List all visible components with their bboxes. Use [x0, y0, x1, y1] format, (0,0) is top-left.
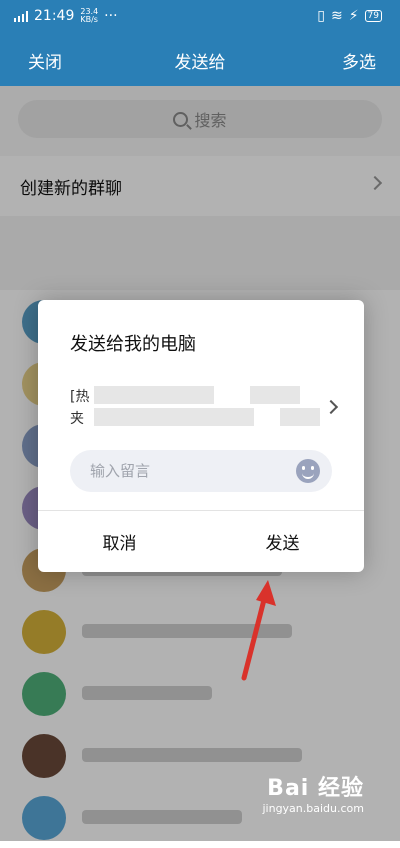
- annotation-arrow-icon: [241, 580, 276, 681]
- message-preview[interactable]: [热 夹: [70, 382, 340, 430]
- message-input[interactable]: [70, 450, 332, 492]
- status-left: 21:49 23.4 KB/s ···: [14, 8, 118, 24]
- page-title: 发送给: [174, 53, 226, 73]
- preview-line-2: 夹: [70, 411, 84, 427]
- blurred-text: [94, 386, 214, 404]
- status-time: 21:49: [34, 8, 75, 24]
- battery-icon: 79: [364, 10, 382, 22]
- charging-icon: ⚡: [348, 8, 359, 24]
- status-dots: ···: [104, 8, 118, 24]
- blurred-text: [94, 408, 254, 426]
- send-button[interactable]: 发送: [201, 511, 364, 572]
- blurred-text: [280, 408, 320, 426]
- watermark: Bai 经验 jingyan.baidu.com: [262, 770, 364, 815]
- watermark-url: jingyan.baidu.com: [262, 802, 364, 815]
- net-speed-unit: KB/s: [80, 15, 98, 24]
- blurred-text: [250, 386, 300, 404]
- vibrate-icon: ▯: [317, 8, 325, 24]
- nav-bar: 关闭 发送给 多选: [0, 34, 400, 86]
- multi-select-button[interactable]: 多选: [342, 48, 376, 73]
- send-dialog: 发送给我的电脑 [热 夹 取消 发送: [38, 300, 364, 572]
- status-bar: 21:49 23.4 KB/s ··· ▯ ≋ ⚡ 79: [0, 0, 400, 34]
- watermark-logo: Bai 经验: [267, 776, 364, 801]
- net-speed: 23.4 KB/s: [80, 8, 98, 24]
- signal-icon: [14, 10, 28, 22]
- dialog-title: 发送给我的电脑: [70, 334, 196, 355]
- cancel-button[interactable]: 取消: [38, 511, 201, 572]
- emoji-icon[interactable]: [296, 459, 320, 483]
- status-right: ▯ ≋ ⚡ 79: [317, 8, 382, 24]
- wifi-icon: ≋: [330, 8, 343, 24]
- preview-line-1: [热: [70, 389, 90, 405]
